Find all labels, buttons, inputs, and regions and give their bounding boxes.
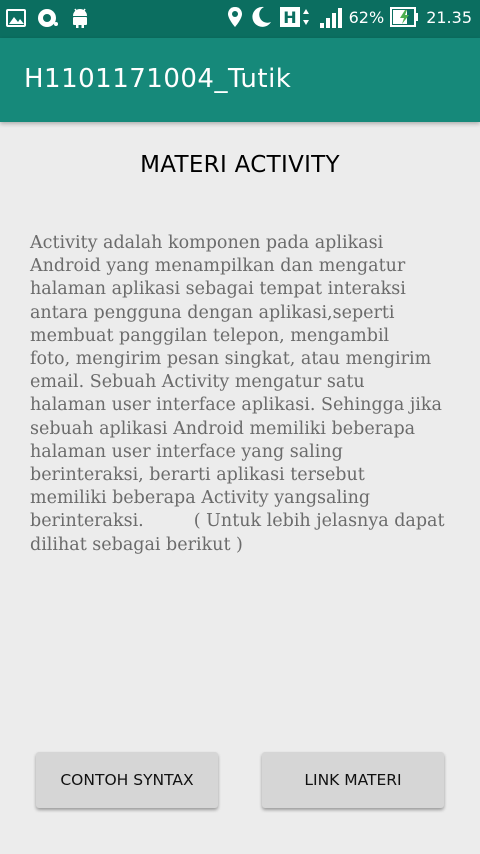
battery-percent: 62% xyxy=(348,7,385,27)
svg-text:H: H xyxy=(283,8,296,27)
app-bar: H1101171004_Tutik xyxy=(0,38,480,122)
moon-icon xyxy=(249,5,273,29)
signal-icon xyxy=(319,5,343,29)
status-bar-right-icons: H 62% 21.35 xyxy=(227,5,472,29)
contoh-syntax-button[interactable]: CONTOH SYNTAX xyxy=(36,752,218,808)
android-icon xyxy=(70,7,90,29)
location-icon xyxy=(227,6,243,28)
page-heading: MATERI ACTIVITY xyxy=(140,152,340,178)
status-bar-left-icons xyxy=(6,7,90,29)
app-title: H1101171004_Tutik xyxy=(24,64,292,94)
link-materi-button[interactable]: LINK MATERI xyxy=(262,752,444,808)
network-h-icon: H xyxy=(279,5,313,29)
battery-charging-icon xyxy=(390,7,420,27)
status-bar: H 62% 21.35 xyxy=(0,0,480,38)
sync-icon xyxy=(36,7,60,29)
status-time: 21.35 xyxy=(426,7,472,27)
activity-description: Activity adalah komponen pada aplikasi A… xyxy=(30,233,445,555)
image-icon xyxy=(6,8,26,28)
